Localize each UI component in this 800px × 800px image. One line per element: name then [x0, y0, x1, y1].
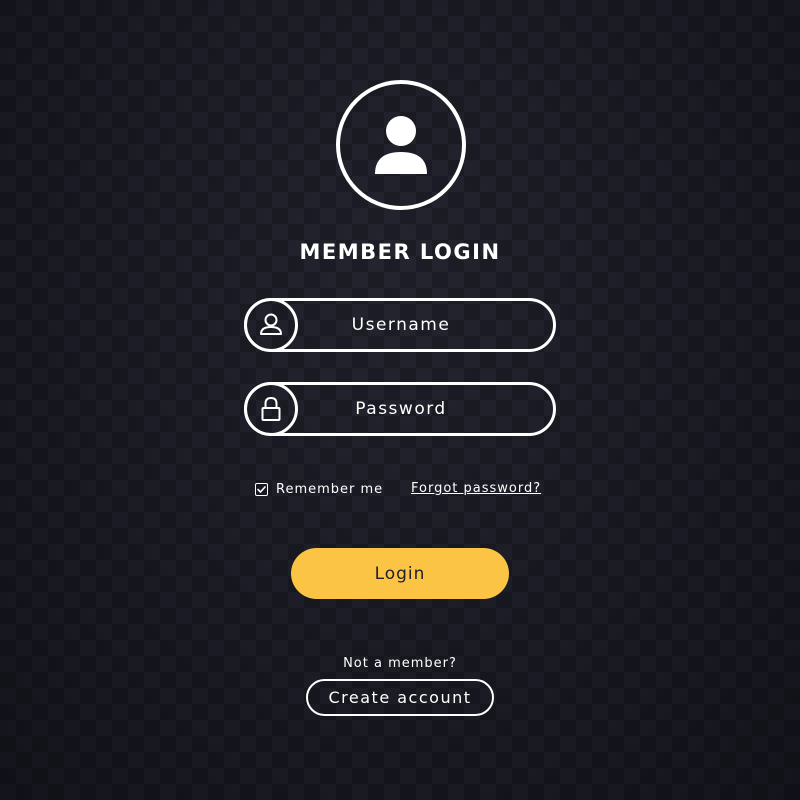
check-icon — [257, 485, 266, 493]
remember-me-label: Remember me — [276, 481, 384, 497]
forgot-password-link[interactable]: Forgot password? — [411, 481, 541, 496]
avatar — [336, 80, 466, 210]
username-input[interactable] — [301, 301, 501, 349]
username-field[interactable] — [244, 298, 556, 352]
login-button[interactable]: Login — [291, 548, 509, 599]
lock-icon — [261, 396, 281, 421]
checkbox-box[interactable] — [255, 482, 268, 496]
page-title: MEMBER LOGIN — [299, 240, 501, 264]
user-icon — [260, 313, 282, 335]
username-icon-badge — [244, 298, 298, 352]
password-input[interactable] — [301, 385, 501, 433]
create-account-button[interactable]: Create account — [306, 679, 494, 716]
not-member-text: Not a member? — [343, 656, 457, 671]
remember-me-checkbox[interactable]: Remember me — [255, 481, 383, 497]
user-icon — [375, 116, 427, 174]
password-field[interactable] — [244, 382, 556, 436]
password-icon-badge — [244, 382, 298, 436]
